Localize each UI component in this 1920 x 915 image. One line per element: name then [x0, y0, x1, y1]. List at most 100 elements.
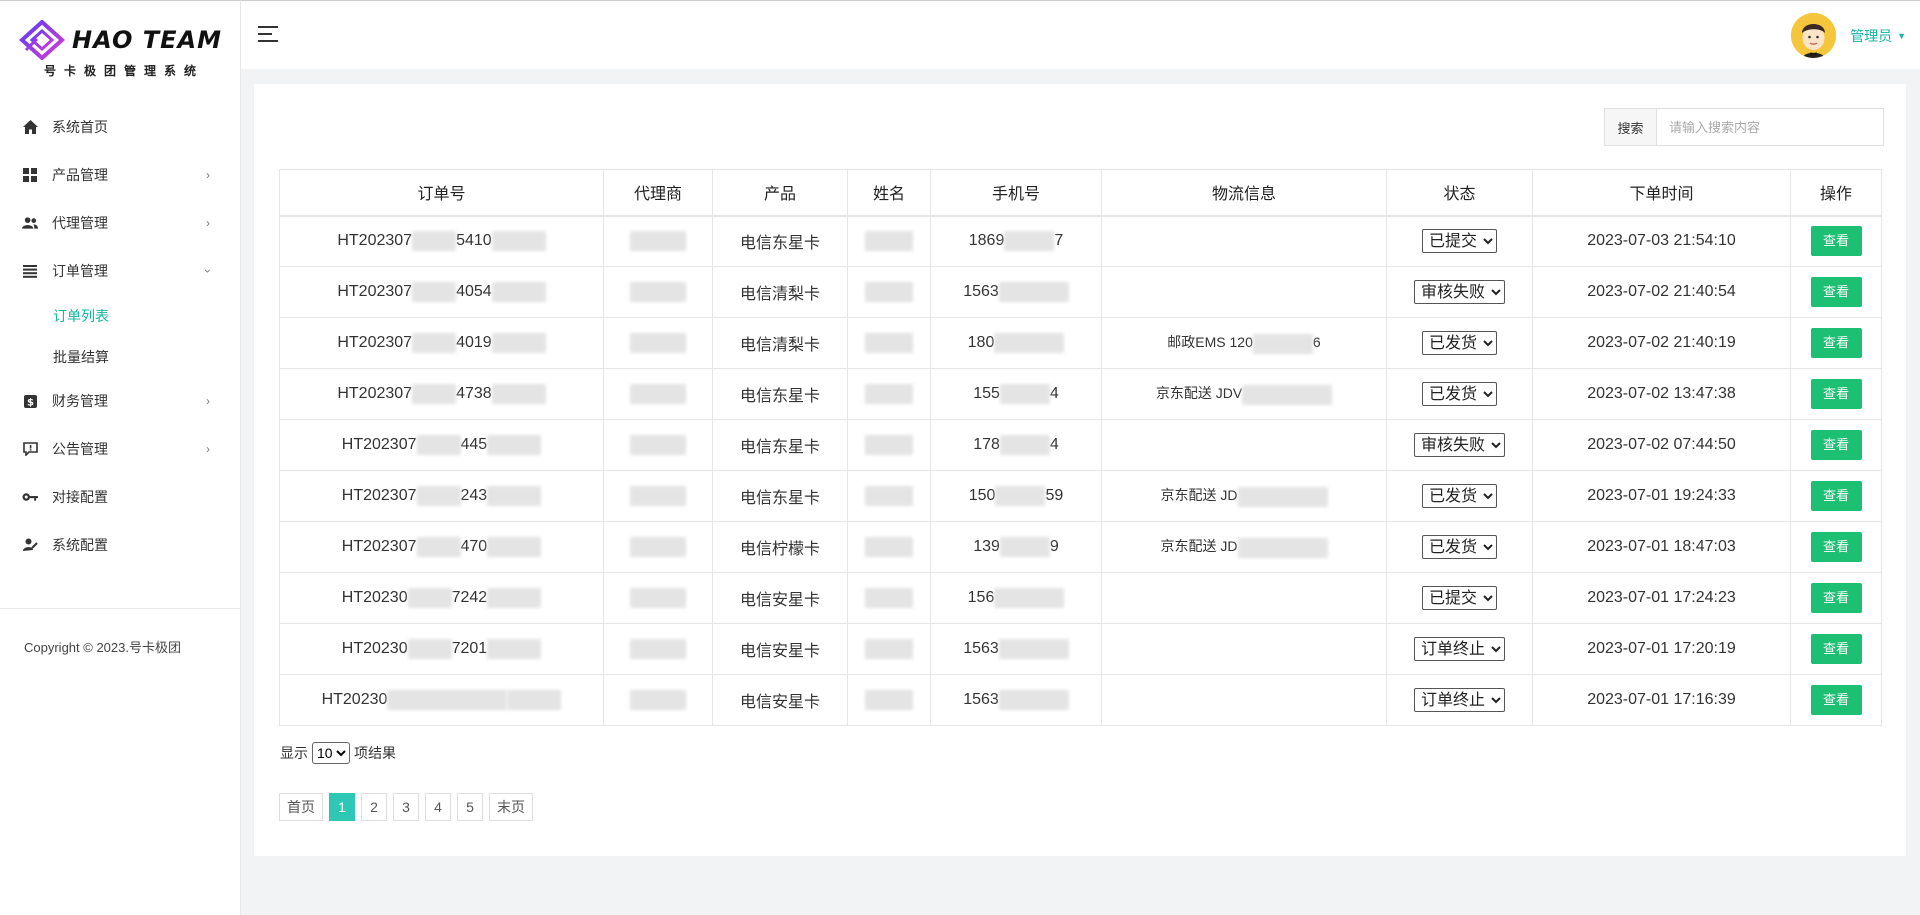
table-row[interactable]: HT202307 4019 电信清梨卡 180 邮政EMS 120 6 已发货 2023-07… [279, 317, 1882, 369]
sidebar-subitem-batch-settlement[interactable]: 批量结算 [0, 336, 240, 377]
status-select[interactable]: 已发货 [1422, 331, 1497, 355]
sidebar-item-products[interactable]: 产品管理 › [0, 151, 240, 199]
sidebar-item-integration[interactable]: 对接配置 [0, 473, 240, 521]
order-prefix: HT202307 [341, 538, 417, 556]
status-select[interactable]: 订单终止 [1414, 637, 1505, 661]
status-select[interactable]: 已提交 [1422, 229, 1497, 254]
user-menu[interactable]: 管理员 ▼ [1791, 13, 1906, 58]
page-size-select[interactable]: 10 [312, 742, 350, 764]
column-header[interactable]: 状态 [1386, 169, 1533, 217]
status-select[interactable]: 已发货 [1422, 535, 1497, 559]
column-header[interactable]: 下单时间 [1532, 169, 1791, 217]
sidebar-item-finance[interactable]: $ 财务管理 › [0, 377, 240, 425]
view-button[interactable]: 查看 [1810, 328, 1862, 358]
redacted-block [630, 333, 686, 353]
table-row[interactable]: HT20230 电信安星卡 1563 订单终止 2023-07-01 17:16:39 查… [279, 674, 1882, 726]
order-time-cell: 2023-07-02 21:40:54 [1532, 266, 1791, 318]
column-header[interactable]: 订单号 [279, 169, 604, 217]
table-row[interactable]: HT202307 470 电信柠檬卡 139 9 京东配送 JD 已发货 2023-07-01… [279, 521, 1882, 573]
status-select[interactable]: 已发货 [1422, 484, 1497, 508]
order-number-cell: HT20230 7201 [279, 623, 604, 675]
table-row[interactable]: HT202307 243 电信东星卡 150 59 京东配送 JD 已发货 2023-07-0… [279, 470, 1882, 522]
logistics-text: 邮政EMS 120 [1167, 334, 1253, 351]
product-cell: 电信清梨卡 [712, 266, 848, 318]
sidebar-item-agents[interactable]: 代理管理 › [0, 199, 240, 247]
sidebar-item-label: 产品管理 [52, 167, 108, 183]
redacted-block [630, 690, 686, 710]
action-cell: 查看 [1790, 623, 1882, 675]
sidebar-item-orders[interactable]: 订单管理 › [0, 247, 240, 295]
search-input[interactable] [1657, 109, 1883, 145]
phone-prefix: 155 [973, 385, 1000, 403]
view-button[interactable]: 查看 [1810, 430, 1862, 460]
page-last-button[interactable]: 末页 [489, 793, 533, 821]
name-cell [847, 572, 931, 624]
view-button[interactable]: 查看 [1810, 379, 1862, 409]
sidebar-item-home[interactable]: 系统首页 [0, 103, 240, 151]
view-button[interactable]: 查看 [1810, 634, 1862, 664]
status-select[interactable]: 审核失败 [1414, 433, 1505, 457]
page-button[interactable]: 2 [361, 793, 387, 821]
phone-cell: 1869 7 [930, 215, 1102, 267]
status-cell: 订单终止 [1386, 674, 1533, 726]
table-row[interactable]: HT202307 5410 电信东星卡 1869 7 已提交 2023-07-03 21:5… [279, 215, 1882, 267]
table-row[interactable]: HT20230 7242 电信安星卡 156 已提交 2023-07-01 17:24:2… [279, 572, 1882, 624]
brand-subtitle: 号卡极团管理系统 [43, 63, 204, 78]
product-cell: 电信东星卡 [712, 215, 848, 267]
phone-prefix: 156 [967, 589, 995, 607]
redacted-block [1252, 333, 1313, 354]
menu-toggle-icon[interactable] [258, 26, 278, 42]
view-button[interactable]: 查看 [1810, 532, 1862, 562]
agent-cell [603, 368, 713, 420]
column-header[interactable]: 物流信息 [1101, 169, 1387, 217]
status-select[interactable]: 已提交 [1422, 586, 1497, 610]
search-box: 搜索 [1604, 108, 1884, 146]
redacted-block [630, 231, 686, 252]
column-header[interactable]: 产品 [712, 169, 848, 217]
logistics-text: 京东配送 JD [1160, 538, 1238, 555]
view-button[interactable]: 查看 [1810, 583, 1862, 613]
column-header[interactable]: 手机号 [930, 169, 1102, 217]
name-cell [847, 368, 931, 420]
orders-submenu: 订单列表 批量结算 [0, 295, 240, 377]
phone-cell: 156 [930, 572, 1102, 624]
action-cell: 查看 [1790, 674, 1882, 726]
table-row[interactable]: HT202307 4738 电信东星卡 155 4 京东配送 JDV 已发货 2023-07-… [279, 368, 1882, 420]
view-button[interactable]: 查看 [1810, 277, 1862, 307]
status-cell: 已发货 [1386, 470, 1533, 522]
phone-cell: 150 59 [930, 470, 1102, 522]
status-select[interactable]: 审核失败 [1414, 280, 1505, 304]
redacted-block [630, 384, 686, 404]
page-button[interactable]: 5 [457, 793, 483, 821]
logo[interactable]: HAO TEAM 号卡极团管理系统 [0, 1, 240, 91]
column-header[interactable]: 姓名 [847, 169, 931, 217]
sidebar-item-system-config[interactable]: 系统配置 [0, 521, 240, 569]
svg-text:$: $ [27, 397, 34, 408]
view-button[interactable]: 查看 [1810, 226, 1862, 257]
agent-cell [603, 419, 713, 471]
sidebar-item-announcements[interactable]: 公告管理 › [0, 425, 240, 473]
status-select[interactable]: 订单终止 [1414, 688, 1505, 712]
page-button[interactable]: 1 [329, 793, 355, 821]
sidebar-subitem-order-list[interactable]: 订单列表 [0, 295, 240, 336]
order-time-cell: 2023-07-01 17:16:39 [1532, 674, 1791, 726]
logistics-cell: 京东配送 JD [1101, 470, 1387, 522]
status-select[interactable]: 已发货 [1422, 382, 1497, 406]
order-list-panel: 搜索 订单号 代理商 产品 姓名 手机号 物流信息 状态 下单时间 操作 HT2… [254, 84, 1906, 856]
phone-suffix: 4 [1049, 385, 1059, 403]
page-first-button[interactable]: 首页 [279, 793, 323, 821]
table-row[interactable]: HT20230 7201 电信安星卡 1563 订单终止 2023-07-01 17:20… [279, 623, 1882, 675]
view-button[interactable]: 查看 [1810, 481, 1862, 511]
dollar-icon: $ [22, 393, 38, 409]
table-row[interactable]: HT202307 4054 电信清梨卡 1563 审核失败 2023-07-02 21:4… [279, 266, 1882, 318]
sidebar-item-label: 财务管理 [52, 393, 108, 409]
column-header[interactable]: 操作 [1790, 169, 1882, 217]
page-button[interactable]: 3 [393, 793, 419, 821]
view-button[interactable]: 查看 [1810, 685, 1862, 715]
product-cell: 电信东星卡 [712, 470, 848, 522]
status-cell: 已发货 [1386, 368, 1533, 420]
column-header[interactable]: 代理商 [603, 169, 713, 217]
page-button[interactable]: 4 [425, 793, 451, 821]
redacted-block [407, 588, 452, 608]
table-row[interactable]: HT202307 445 电信东星卡 178 4 审核失败 2023-07-02 07:44… [279, 419, 1882, 471]
